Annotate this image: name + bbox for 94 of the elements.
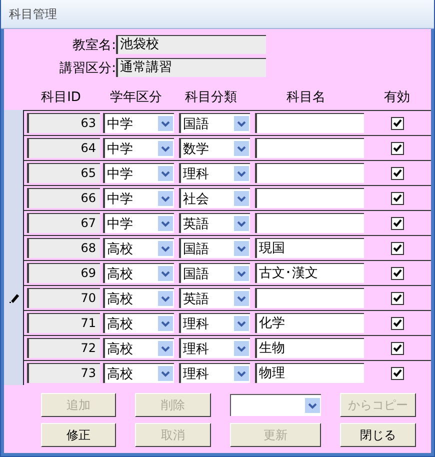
grade-dropdown[interactable]: 中学 [103,213,174,233]
grade-dropdown[interactable]: 中学 [103,138,174,158]
name-field[interactable]: 化学 [255,313,364,333]
category-dropdown[interactable]: 数学 [179,138,250,158]
name-field[interactable] [255,163,364,183]
grade-dropdown[interactable]: 中学 [103,113,174,133]
field-label: 教室名: [72,36,116,54]
grade-dropdown[interactable]: 高校 [103,338,174,358]
chevron-down-icon [161,296,170,302]
field-label: 講習区分: [58,60,116,76]
column-header: 科目分類 [184,89,238,106]
chevron-down-icon [161,246,170,252]
name-field[interactable]: 古文･漢文 [255,263,364,283]
chevron-down-icon [308,402,317,408]
name-field[interactable] [255,188,364,208]
readonly-field: 通常講習 [116,58,266,77]
grade-dropdown[interactable]: 高校 [103,238,174,258]
column-header: 有効 [383,89,411,106]
column-header: 学年区分 [109,89,163,106]
name-field[interactable] [255,113,364,133]
id-field: 67 [27,213,100,233]
pencil-icon [8,292,18,302]
action-button[interactable]: 閉じる [340,423,416,447]
id-field: 64 [27,138,100,158]
category-dropdown[interactable]: 国語 [179,263,250,283]
chevron-down-icon [237,270,246,276]
chevron-down-icon [237,346,246,352]
column-header: 科目ID [40,89,82,106]
category-dropdown[interactable]: 英語 [179,288,250,308]
category-dropdown[interactable]: 国語 [179,113,250,133]
name-field[interactable] [255,138,364,158]
chevron-down-icon [237,120,246,126]
checkbox[interactable] [391,242,404,254]
chevron-down-icon [237,170,246,176]
name-field[interactable]: 物理 [255,363,364,383]
chevron-down-icon [161,270,170,276]
grade-dropdown[interactable]: 高校 [103,288,174,308]
name-field[interactable] [255,213,364,233]
checkbox[interactable] [391,142,404,154]
window-title: 科目管理 [9,6,57,22]
grade-dropdown[interactable]: 高校 [103,313,174,333]
id-field: 71 [27,313,100,333]
record-selector[interactable] [4,360,24,385]
action-button[interactable]: 修正 [41,423,116,447]
category-dropdown[interactable]: 社会 [179,188,250,208]
checkbox[interactable] [391,292,404,304]
category-dropdown[interactable]: 理科 [179,338,250,358]
chevron-down-icon [161,346,170,352]
checkbox[interactable] [391,366,404,380]
category-dropdown[interactable]: 理科 [179,313,250,333]
checkbox[interactable] [391,192,404,204]
checkbox[interactable] [391,316,404,330]
chevron-down-icon [237,146,246,152]
chevron-down-icon [237,370,246,376]
category-dropdown[interactable]: 英語 [179,213,250,233]
id-field: 65 [27,163,100,183]
chevron-down-icon [161,146,170,152]
name-field[interactable]: 現国 [255,238,364,258]
chevron-down-icon [237,320,246,326]
id-field: 69 [27,263,100,283]
chevron-down-icon [237,246,246,252]
checkbox[interactable] [391,166,404,180]
grade-dropdown[interactable]: 中学 [103,163,174,183]
chevron-down-icon [161,196,170,202]
grade-dropdown[interactable]: 高校 [103,263,174,283]
checkbox[interactable] [391,116,404,130]
column-header: 科目名 [286,89,326,106]
record-selector[interactable] [4,110,24,135]
checkbox[interactable] [391,216,404,230]
readonly-field: 池袋校 [116,35,266,54]
checkbox[interactable] [391,342,404,354]
id-field: 70 [27,288,100,308]
chevron-down-icon [161,170,170,176]
copy-source-dropdown[interactable] [230,394,321,416]
chevron-down-icon [237,196,246,202]
id-field: 68 [27,238,100,258]
grade-dropdown[interactable]: 高校 [103,363,174,383]
category-dropdown[interactable]: 理科 [179,363,250,383]
chevron-down-icon [237,296,246,302]
chevron-down-icon [161,370,170,376]
id-field: 63 [27,113,100,133]
id-field: 66 [27,188,100,208]
chevron-down-icon [237,220,246,226]
name-field[interactable] [255,288,364,308]
chevron-down-icon [161,320,170,326]
id-field: 72 [27,338,100,358]
grade-dropdown[interactable]: 中学 [103,188,174,208]
checkbox[interactable] [391,266,404,280]
category-dropdown[interactable]: 国語 [179,238,250,258]
category-dropdown[interactable]: 理科 [179,163,250,183]
chevron-down-icon [161,220,170,226]
name-field[interactable]: 生物 [255,338,364,358]
id-field: 73 [27,363,100,383]
chevron-down-icon [161,120,170,126]
